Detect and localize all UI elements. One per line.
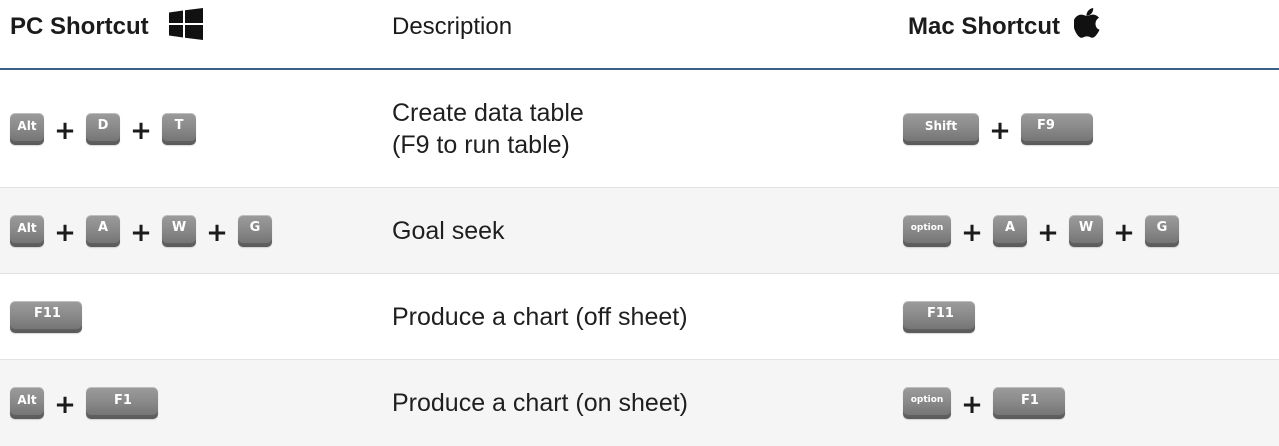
plus-sign: + xyxy=(206,217,228,248)
plus-sign: + xyxy=(961,390,983,420)
row-description: Create data table (F9 to run table) xyxy=(392,98,584,159)
key-alt: Alt xyxy=(10,387,44,419)
row-description: Goal seek xyxy=(392,216,505,245)
key-w: W xyxy=(162,214,196,247)
plus-sign: + xyxy=(1037,217,1059,248)
key-f9: F9 xyxy=(1021,112,1093,145)
pc-shortcut-keys: Alt + D + T xyxy=(10,70,196,187)
table-row: Alt + A + W + G Goal seek option + A + W… xyxy=(0,188,1279,274)
key-shift: Shift xyxy=(903,112,979,145)
mac-shortcut-header: Mac Shortcut xyxy=(908,8,1102,41)
plus-sign: + xyxy=(54,390,76,420)
plus-sign: + xyxy=(130,217,152,248)
key-alt: Alt xyxy=(10,112,44,145)
table-row: Alt + D + T Create data table (F9 to run… xyxy=(0,70,1279,188)
plus-sign: + xyxy=(54,115,76,146)
plus-sign: + xyxy=(130,115,152,146)
key-a: A xyxy=(993,214,1027,247)
key-g: G xyxy=(1145,214,1179,247)
apple-logo-icon xyxy=(1074,8,1100,38)
row-description: Produce a chart (off sheet) xyxy=(392,302,688,331)
key-w: W xyxy=(1069,214,1103,247)
pc-shortcut-label: PC Shortcut xyxy=(10,13,149,40)
key-g: G xyxy=(238,214,272,247)
key-f11: F11 xyxy=(10,300,82,333)
key-f1: F1 xyxy=(993,387,1065,419)
table-header: PC Shortcut Description Mac Shortcut xyxy=(0,0,1279,70)
row-description: Produce a chart (on sheet) xyxy=(392,389,688,417)
mac-shortcut-keys: option + A + W + G xyxy=(903,188,1179,273)
mac-shortcut-keys: Shift + F9 xyxy=(903,70,1093,187)
pc-shortcut-header: PC Shortcut xyxy=(10,8,203,41)
key-f11: F11 xyxy=(903,300,975,333)
plus-sign: + xyxy=(1113,217,1135,248)
key-alt: Alt xyxy=(10,214,44,247)
pc-shortcut-keys: Alt + F1 xyxy=(10,360,158,446)
table-row: Alt + F1 Produce a chart (on sheet) opti… xyxy=(0,360,1279,446)
mac-shortcut-keys: option + F1 xyxy=(903,360,1065,446)
table-row: F11 Produce a chart (off sheet) F11 xyxy=(0,274,1279,360)
plus-sign: + xyxy=(989,115,1011,146)
description-header: Description xyxy=(392,13,512,41)
key-option: option xyxy=(903,214,951,247)
plus-sign: + xyxy=(961,217,983,248)
shortcut-table: PC Shortcut Description Mac Shortcut Alt… xyxy=(0,0,1279,446)
key-t: T xyxy=(162,112,196,145)
key-option: option xyxy=(903,387,951,419)
plus-sign: + xyxy=(54,217,76,248)
key-a: A xyxy=(86,214,120,247)
key-d: D xyxy=(86,112,120,145)
pc-shortcut-keys: F11 xyxy=(10,274,82,359)
key-f1: F1 xyxy=(86,387,158,419)
description-label: Description xyxy=(392,13,513,40)
mac-shortcut-label: Mac Shortcut xyxy=(908,13,1061,40)
windows-logo-icon xyxy=(168,8,203,40)
mac-shortcut-keys: F11 xyxy=(903,274,975,359)
pc-shortcut-keys: Alt + A + W + G xyxy=(10,188,272,273)
